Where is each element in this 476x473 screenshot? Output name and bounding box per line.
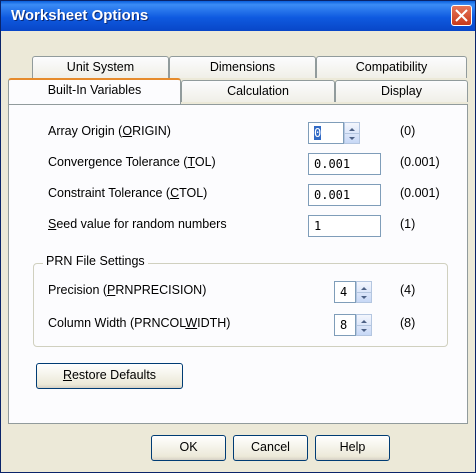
- close-icon: [455, 9, 468, 22]
- origin-label: Array Origin (ORIGIN): [48, 124, 171, 138]
- origin-default: (0): [400, 124, 416, 138]
- spin-down-icon[interactable]: [357, 325, 371, 335]
- ctol-label: Constraint Tolerance (CTOL): [48, 186, 208, 200]
- origin-input[interactable]: 0: [308, 122, 344, 144]
- tab-calculation[interactable]: Calculation: [181, 80, 335, 102]
- worksheet-options-dialog: Worksheet Options Unit System Dimensions…: [0, 0, 476, 473]
- tab-compatibility[interactable]: Compatibility: [316, 56, 467, 78]
- prn-group-title: PRN File Settings: [43, 254, 148, 268]
- precision-label: Precision (PRNPRECISION): [48, 283, 207, 297]
- column-width-label: Column Width (PRNCOLWIDTH): [48, 316, 231, 330]
- column-width-default: (8): [400, 316, 416, 330]
- ctol-input[interactable]: 0.001: [308, 184, 381, 206]
- tab-built-in-variables[interactable]: Built-In Variables: [8, 78, 181, 104]
- prn-file-settings-group: [33, 263, 448, 347]
- seed-label: Seed value for random numbers: [48, 217, 227, 231]
- restore-defaults-button[interactable]: Restore Defaults: [36, 363, 183, 389]
- help-button[interactable]: Help: [315, 435, 390, 461]
- ctol-default: (0.001): [400, 186, 440, 200]
- spin-down-icon[interactable]: [357, 292, 371, 302]
- precision-spinner[interactable]: [356, 281, 372, 303]
- tab-dimensions[interactable]: Dimensions: [169, 56, 316, 78]
- title-bar[interactable]: Worksheet Options: [1, 1, 475, 31]
- column-width-input[interactable]: 8: [334, 314, 356, 336]
- tol-input[interactable]: 0.001: [308, 153, 381, 175]
- cancel-button[interactable]: Cancel: [233, 435, 308, 461]
- tol-default: (0.001): [400, 155, 440, 169]
- window-title: Worksheet Options: [11, 7, 149, 24]
- seed-input[interactable]: 1: [308, 215, 381, 237]
- tab-display[interactable]: Display: [335, 80, 468, 102]
- precision-input[interactable]: 4: [334, 281, 356, 303]
- origin-spinner[interactable]: [344, 122, 360, 144]
- tab-unit-system[interactable]: Unit System: [32, 56, 169, 78]
- tol-label: Convergence Tolerance (TOL): [48, 155, 216, 169]
- spin-down-icon[interactable]: [345, 133, 359, 143]
- close-button[interactable]: [451, 5, 472, 26]
- precision-default: (4): [400, 283, 416, 297]
- column-width-spinner[interactable]: [356, 314, 372, 336]
- ok-button[interactable]: OK: [151, 435, 226, 461]
- seed-default: (1): [400, 217, 416, 231]
